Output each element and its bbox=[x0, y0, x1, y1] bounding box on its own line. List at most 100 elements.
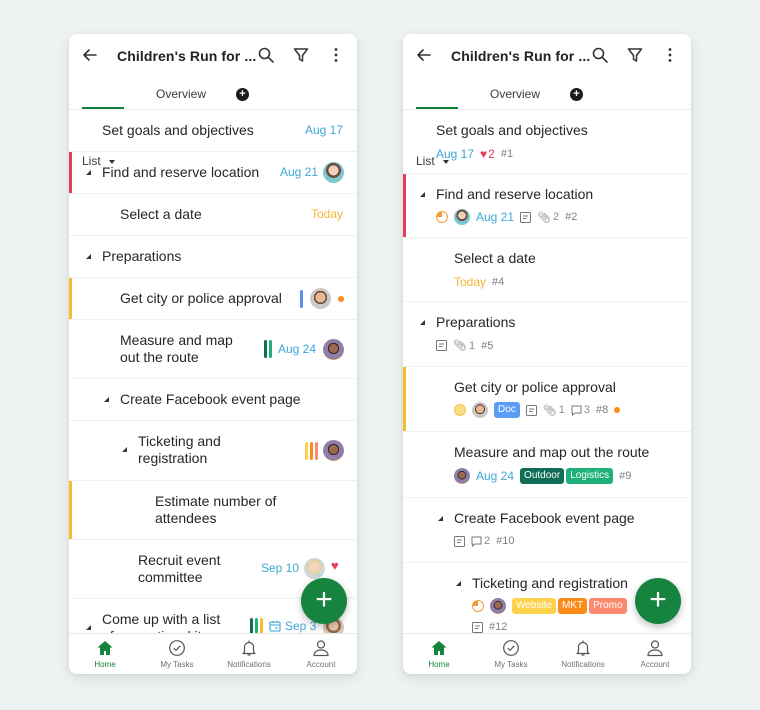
task-name: Set goals and objectives bbox=[436, 122, 588, 138]
task-row[interactable]: Set goals and objectives Aug 17 bbox=[69, 110, 357, 152]
collapse-triangle-icon[interactable] bbox=[122, 447, 127, 452]
tag-color-bars bbox=[250, 618, 263, 633]
progress-pie-icon bbox=[454, 404, 466, 416]
filter-icon[interactable] bbox=[292, 46, 310, 64]
comment-icon bbox=[471, 536, 482, 547]
collapse-triangle-icon[interactable] bbox=[420, 192, 425, 197]
task-name: Measure and map out the route bbox=[454, 444, 650, 460]
due-date: Sep 10 bbox=[261, 561, 300, 575]
task-row[interactable]: Select a date Today bbox=[69, 194, 357, 236]
filter-icon[interactable] bbox=[626, 46, 644, 64]
task-row[interactable]: Preparations bbox=[69, 236, 357, 278]
nav-notifications[interactable]: Notifications bbox=[547, 634, 619, 669]
search-icon[interactable] bbox=[591, 46, 609, 64]
task-row[interactable]: Preparations 📎︎ 1 #5 bbox=[403, 302, 691, 367]
likes[interactable]: ♥ 2 bbox=[480, 147, 495, 161]
project-title: Children's Run for ... bbox=[117, 48, 257, 64]
plus-circle-icon[interactable]: + bbox=[570, 88, 583, 101]
assignee-avatar bbox=[454, 209, 470, 225]
search-icon[interactable] bbox=[257, 46, 275, 64]
task-row[interactable]: Ticketing and registration bbox=[69, 421, 357, 481]
nav-notifications[interactable]: Notifications bbox=[213, 634, 285, 669]
tag-color-bars bbox=[305, 442, 318, 460]
task-id: #1 bbox=[500, 148, 514, 160]
collapse-triangle-icon[interactable] bbox=[86, 625, 91, 630]
arrow-left-icon[interactable] bbox=[81, 46, 99, 64]
nav-account[interactable]: Account bbox=[285, 634, 357, 669]
task-row[interactable]: Get city or police approval bbox=[69, 278, 357, 320]
nav-home[interactable]: Home bbox=[69, 634, 141, 669]
nav-label: Account bbox=[640, 660, 670, 669]
nav-home[interactable]: Home bbox=[403, 634, 475, 669]
task-name: Ticketing and registration bbox=[472, 575, 628, 591]
task-name: Come up with a listof promotional items bbox=[102, 611, 228, 633]
collapse-triangle-icon[interactable] bbox=[104, 397, 109, 402]
bell-icon bbox=[242, 640, 256, 656]
collapse-triangle-icon[interactable] bbox=[438, 516, 443, 521]
task-meta: Aug 17 ♥ 2 #1 bbox=[436, 147, 513, 161]
task-id: #10 bbox=[496, 535, 515, 547]
user-icon bbox=[647, 640, 663, 657]
nav-label: Home bbox=[428, 660, 450, 669]
assignee-avatar bbox=[310, 288, 331, 309]
tag-color-bars bbox=[264, 340, 272, 358]
priority-accent bbox=[69, 278, 72, 319]
collapse-triangle-icon[interactable] bbox=[86, 254, 91, 259]
task-id: #4 bbox=[492, 276, 505, 288]
nav-account[interactable]: Account bbox=[619, 634, 691, 669]
app-bar: Children's Run for ... bbox=[69, 34, 357, 78]
add-task-fab[interactable]: + bbox=[635, 578, 681, 624]
due-date: Aug 24 bbox=[476, 469, 515, 483]
add-task-fab[interactable]: + bbox=[301, 578, 347, 624]
nav-my-tasks[interactable]: My Tasks bbox=[141, 634, 213, 669]
priority-accent bbox=[69, 152, 72, 193]
task-name: Create Facebook event page bbox=[454, 510, 635, 526]
like-count: 2 bbox=[488, 147, 495, 161]
collapse-triangle-icon[interactable] bbox=[86, 170, 91, 175]
attachment-count: 2 bbox=[553, 211, 560, 223]
tab-overview[interactable]: Overview bbox=[490, 87, 540, 101]
task-list: Set goals and objectives Aug 17 ♥ 2 #1 Fi… bbox=[403, 110, 691, 633]
bottom-nav: Home My Tasks Notifications Account bbox=[403, 633, 691, 674]
task-name-line: out the route bbox=[120, 349, 199, 365]
collapse-triangle-icon[interactable] bbox=[420, 320, 425, 325]
task-row[interactable]: Set goals and objectives Aug 17 ♥ 2 #1 bbox=[403, 110, 691, 174]
more-vertical-icon[interactable] bbox=[327, 46, 345, 64]
comment-count: 2 bbox=[484, 535, 491, 547]
task-name: Preparations bbox=[436, 314, 516, 330]
due-date: Aug 17 bbox=[304, 123, 343, 137]
assignee-avatar bbox=[490, 598, 506, 614]
project-title: Children's Run for ... bbox=[451, 48, 591, 64]
collapse-triangle-icon[interactable] bbox=[456, 581, 461, 586]
task-row[interactable]: Create Facebook event page bbox=[69, 379, 357, 421]
task-name-line: Estimate number of bbox=[155, 493, 277, 509]
more-vertical-icon[interactable] bbox=[661, 46, 679, 64]
status-dot bbox=[614, 407, 621, 413]
plus-circle-icon[interactable]: + bbox=[236, 88, 249, 101]
detailed-list-screen: Children's Run for ... List Overview + S… bbox=[403, 34, 691, 674]
task-id: #2 bbox=[565, 211, 578, 223]
attachments: 📎︎ 1 bbox=[453, 339, 475, 353]
due-date: Aug 24 bbox=[278, 342, 317, 356]
task-row[interactable]: Select a date Today #4 bbox=[403, 238, 691, 302]
task-row[interactable]: Estimate number of attendees bbox=[69, 481, 357, 540]
tab-overview[interactable]: Overview bbox=[156, 87, 206, 101]
task-name-line: attendees bbox=[155, 510, 217, 526]
task-row[interactable]: Measure and map out the route Aug 24 bbox=[69, 320, 357, 379]
arrow-left-icon[interactable] bbox=[415, 46, 433, 64]
task-name: Get city or police approval bbox=[120, 290, 282, 306]
progress-pie-icon bbox=[472, 600, 484, 612]
task-meta: Doc 📎︎ 1 3 #8 bbox=[454, 402, 621, 418]
description-icon bbox=[454, 535, 465, 547]
task-row[interactable]: Measure and map out the route Aug 24 Out… bbox=[403, 432, 691, 498]
nav-my-tasks[interactable]: My Tasks bbox=[475, 634, 547, 669]
task-row[interactable]: Find and reserve location Aug 21 📎︎ 2 #2 bbox=[403, 174, 691, 238]
status-dot bbox=[338, 296, 344, 302]
task-name: Measure and map out the route bbox=[120, 332, 233, 366]
task-row[interactable]: Find and reserve location Aug 21 bbox=[69, 152, 357, 194]
task-row[interactable]: Create Facebook event page 2 #10 bbox=[403, 498, 691, 563]
check-circle-icon bbox=[503, 640, 519, 656]
task-name: Estimate number of attendees bbox=[155, 493, 276, 527]
task-row[interactable]: Get city or police approval Doc 📎︎ 1 3 #8 bbox=[403, 367, 691, 432]
nav-label: My Tasks bbox=[494, 660, 528, 669]
